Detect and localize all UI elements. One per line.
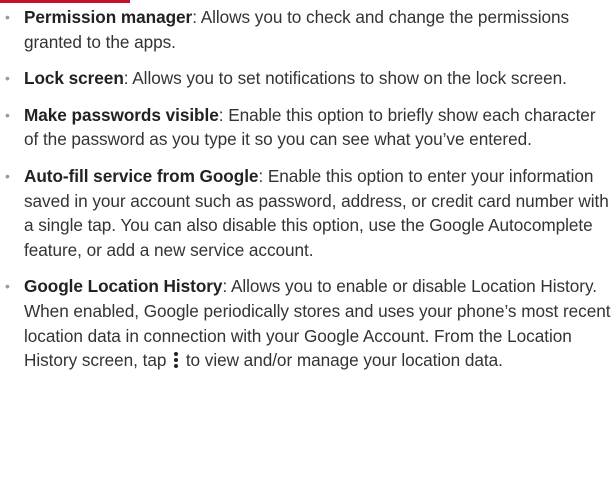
more-vert-icon xyxy=(171,348,181,373)
item-term: Auto-fill service from Google xyxy=(24,165,259,186)
settings-bullet-list: • Permission manager: Allows you to chec… xyxy=(0,5,612,385)
header-accent-bar xyxy=(0,0,130,3)
list-item-make-passwords-visible: • Make passwords visible: Enable this op… xyxy=(0,103,612,152)
item-term: Make passwords visible xyxy=(24,104,219,125)
list-item-auto-fill-service: • Auto-fill service from Google: Enable … xyxy=(0,164,612,262)
bullet-marker: • xyxy=(5,167,10,184)
list-item-lock-screen: • Lock screen: Allows you to set notific… xyxy=(0,66,612,91)
bullet-marker: • xyxy=(5,278,10,295)
item-description-continued: to view and/or manage your location data… xyxy=(185,350,503,371)
item-description: : Allows you to set notifications to sho… xyxy=(123,68,567,89)
bullet-marker: • xyxy=(5,70,10,87)
list-item-permission-manager: • Permission manager: Allows you to chec… xyxy=(0,5,612,54)
item-term: Google Location History xyxy=(24,276,223,297)
bullet-marker: • xyxy=(5,9,10,25)
item-term: Permission manager xyxy=(24,7,193,27)
list-item-google-location-history: • Google Location History: Allows you to… xyxy=(0,274,612,372)
item-term: Lock screen xyxy=(24,68,124,89)
bullet-marker: • xyxy=(5,106,10,123)
